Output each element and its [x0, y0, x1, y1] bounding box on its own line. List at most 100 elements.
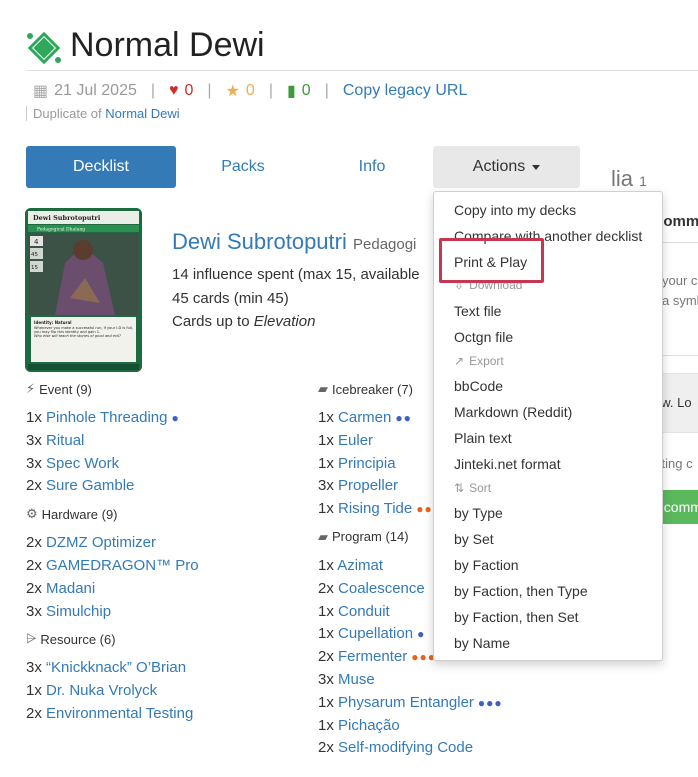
likes-count: 0 — [184, 82, 194, 99]
menu-item-sort-by-type[interactable]: by Type — [454, 505, 503, 521]
card-link[interactable]: Spec Work — [46, 455, 119, 472]
decklist-row: 3x Muse — [318, 670, 375, 688]
decklist-row: 3x Spec Work — [26, 454, 120, 472]
author-name[interactable]: lia 1 — [611, 166, 647, 192]
svg-text:Identity: Natural: Identity: Natural — [34, 320, 72, 325]
program-icon: ▰ — [318, 528, 328, 544]
decklist-row: 2x DZMZ Optimizer — [26, 534, 157, 552]
duplicate-of: Duplicate of Normal Dewi — [26, 106, 180, 121]
svg-text:Pedagogical Dhalang: Pedagogical Dhalang — [37, 227, 85, 233]
menu-item-copy-into-decks[interactable]: Copy into my decks — [454, 202, 576, 218]
menu-item-bbcode[interactable]: bbCode — [454, 378, 503, 394]
title-divider — [26, 70, 698, 71]
decklist-row: 3x “Knickknack” O’Brian — [26, 659, 187, 677]
resource-icon: ⩥ — [26, 631, 37, 647]
identity-name[interactable]: Dewi Subrotoputri Pedagogi — [172, 229, 416, 255]
copy-legacy-url-link[interactable]: Copy legacy URL — [343, 82, 468, 100]
favorites-count: 0 — [245, 82, 255, 99]
card-link[interactable]: Cupellation — [338, 625, 413, 642]
influence-dots: ● — [171, 411, 180, 425]
influence-dots: ●● — [395, 411, 412, 425]
menu-item-text-file[interactable]: Text file — [454, 303, 501, 319]
decklist-row: 3x Simulchip — [26, 602, 112, 620]
card-link[interactable]: Dr. Nuka Vrolyck — [46, 682, 157, 699]
card-link[interactable]: Carmen — [338, 409, 391, 426]
card-link[interactable]: Fermenter — [338, 648, 407, 665]
card-link[interactable]: Azimat — [337, 557, 383, 574]
program-icon: ▰ — [318, 381, 328, 396]
menu-item-sort-by-faction-type[interactable]: by Faction, then Type — [454, 583, 588, 599]
card-link[interactable]: Conduit — [338, 603, 390, 620]
comment-icon[interactable]: ▮ — [287, 81, 296, 101]
decklist-row: 1x Dr. Nuka Vrolyck — [26, 682, 158, 700]
influence-dots: ●● — [416, 502, 433, 517]
card-link[interactable]: Rising Tide — [338, 500, 412, 517]
card-link[interactable]: Physarum Entangler — [338, 694, 474, 711]
menu-item-jinteki[interactable]: Jinteki.net format — [454, 456, 561, 472]
influence-summary: 14 influence spent (max 15, available — [172, 266, 420, 283]
page-title: Normal Dewi — [70, 26, 265, 64]
decklist-column-left: ⚡ Event (9) 1x Pinhole Threading ● 3x Ritual… — [26, 379, 316, 726]
calendar-icon: ▦ — [33, 83, 49, 100]
decklist-row: 2x Self-modifying Code — [318, 739, 474, 757]
card-link[interactable]: Euler — [338, 432, 373, 449]
card-link[interactable]: Simulchip — [46, 603, 111, 620]
svg-text:4: 4 — [34, 238, 39, 246]
svg-text:45: 45 — [31, 252, 38, 258]
card-link[interactable]: Coalescence — [338, 580, 425, 597]
decklist-row: 1x Physarum Entangler ●●● — [318, 693, 503, 711]
influence-dots: ● — [417, 627, 426, 642]
svg-text:Dewi Subrotoputri: Dewi Subrotoputri — [33, 214, 101, 222]
card-link[interactable]: Propeller — [338, 477, 398, 494]
menu-item-plain-text[interactable]: Plain text — [454, 430, 512, 446]
menu-item-sort-by-faction[interactable]: by Faction — [454, 557, 519, 573]
menu-item-markdown[interactable]: Markdown (Reddit) — [454, 404, 572, 420]
card-link[interactable]: Ritual — [46, 432, 84, 449]
event-icon: ⚡ — [26, 381, 36, 396]
decklist-row: 2x Environmental Testing — [26, 704, 194, 722]
tab-packs[interactable]: Packs — [195, 146, 291, 188]
section-header-resource: ⩥ Resource (6) — [26, 631, 116, 647]
card-link[interactable]: DZMZ Optimizer — [46, 534, 156, 551]
decklist-row: 3x Ritual — [26, 431, 85, 449]
identity-card-image[interactable]: Dewi Subrotoputri Pedagogical Dhalang 4 … — [25, 208, 142, 372]
heart-icon[interactable]: ♥ — [169, 82, 179, 100]
card-link[interactable]: Pinhole Threading — [46, 409, 167, 426]
card-link[interactable]: Muse — [338, 671, 375, 688]
deck-date: 21 Jul 2025 — [54, 82, 137, 99]
card-link[interactable]: Principia — [338, 455, 396, 472]
menu-item-sort-by-faction-set[interactable]: by Faction, then Set — [454, 609, 579, 625]
svg-text:15: 15 — [31, 265, 38, 271]
section-header-hardware: ⚙ Hardware (9) — [26, 506, 118, 522]
card-link[interactable]: Self-modifying Code — [338, 739, 473, 756]
legality-summary: Cards up to Elevation — [172, 313, 316, 330]
card-link[interactable]: Pichação — [338, 717, 400, 734]
card-link[interactable]: GAMEDRAGON™ Pro — [46, 557, 199, 574]
card-link[interactable]: “Knickknack” O’Brian — [46, 659, 186, 676]
card-count: 45 cards (min 45) — [172, 290, 289, 307]
card-link[interactable]: Sure Gamble — [46, 477, 134, 494]
menu-item-octgn-file[interactable]: Octgn file — [454, 329, 513, 345]
card-link[interactable]: Madani — [46, 580, 95, 597]
tab-decklist[interactable]: Decklist — [26, 146, 176, 188]
actions-dropdown-button[interactable]: Actions — [433, 146, 580, 188]
author-reputation: 1 — [639, 173, 647, 189]
menu-item-sort-by-name[interactable]: by Name — [454, 635, 510, 651]
export-icon: ↗ — [454, 354, 465, 368]
decklist-row: 2x Sure Gamble — [26, 477, 135, 495]
tab-info[interactable]: Info — [330, 146, 414, 188]
card-link[interactable]: Environmental Testing — [46, 705, 193, 722]
menu-item-sort-by-set[interactable]: by Set — [454, 531, 494, 547]
section-header-event: ⚡ Event (9) — [26, 381, 92, 397]
card-art: Dewi Subrotoputri Pedagogical Dhalang 4 … — [25, 208, 142, 372]
identity-subtype: Pedagogi — [353, 236, 417, 253]
hardware-icon: ⚙ — [26, 506, 38, 522]
star-icon[interactable]: ★ — [226, 81, 240, 101]
deck-meta-bar: ▦ 21 Jul 2025 | ♥ 0 | ★ 0 | ▮ 0 | Copy l… — [33, 81, 468, 101]
highlight-box — [439, 238, 544, 283]
decklist-row: 1x Pichação — [318, 716, 400, 734]
decklist-row: 1x Pinhole Threading ● — [26, 409, 180, 426]
duplicate-source-link[interactable]: Normal Dewi — [105, 106, 179, 121]
influence-dots: ●●● — [477, 695, 503, 710]
decklist-row: 2x Madani — [26, 579, 96, 597]
